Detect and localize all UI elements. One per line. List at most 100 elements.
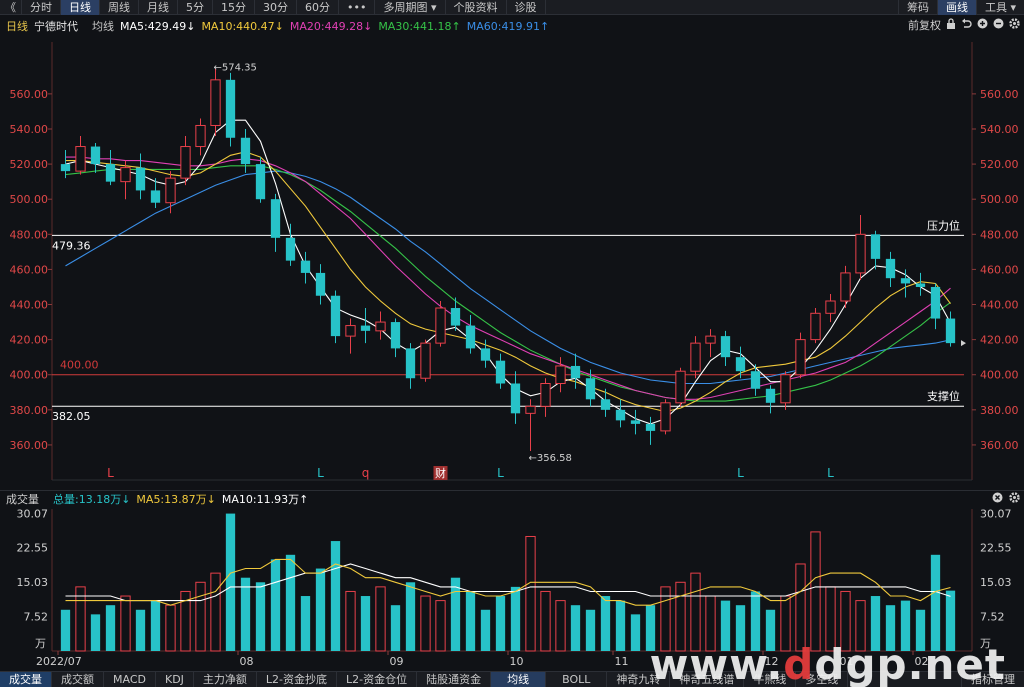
avg-line-label[interactable]: 均线	[92, 18, 114, 34]
candle	[720, 336, 731, 358]
close-icon[interactable]	[992, 492, 1003, 506]
candle	[255, 164, 266, 200]
stock-profile-button[interactable]: 个股资料	[446, 0, 507, 15]
candle	[615, 409, 626, 421]
candle	[645, 423, 656, 431]
tab-monthly[interactable]: 月线	[139, 0, 178, 15]
level-value: 382.05	[52, 410, 91, 423]
tab-hk-connect[interactable]: 陆股通资金	[417, 671, 492, 687]
draw-line-button[interactable]: 画线	[936, 0, 976, 15]
multi-period-dropdown[interactable]: 多周期图 ▾	[375, 0, 446, 15]
chart-controls: 前复权	[908, 17, 1020, 33]
tools-dropdown[interactable]: 工具 ▾	[975, 0, 1024, 15]
candle	[435, 307, 446, 344]
tab-fenshi[interactable]: 分时	[22, 0, 61, 15]
lock-icon[interactable]	[946, 18, 956, 32]
volume-bar	[210, 572, 221, 652]
candle	[90, 146, 101, 165]
candle	[885, 258, 896, 279]
tab-l2-position[interactable]: L2-资金仓位	[337, 671, 418, 687]
x-tick-label: 09	[390, 655, 404, 668]
candle	[540, 383, 551, 407]
candle	[555, 365, 566, 385]
tab-weekly[interactable]: 周线	[100, 0, 139, 15]
candle	[840, 272, 851, 302]
x-tick-label: 11	[615, 655, 629, 668]
volume-total: 总量:13.18万↓	[53, 493, 131, 506]
more-periods-button[interactable]: •••	[339, 0, 376, 15]
candle	[345, 325, 356, 337]
zoom-in-icon[interactable]	[977, 18, 988, 32]
y-tick-label-right: 480.00	[980, 228, 1019, 241]
volume-bar	[795, 563, 806, 652]
tab-main-net[interactable]: 主力净额	[194, 671, 257, 687]
collapse-button[interactable]: 《	[0, 0, 22, 15]
candle	[420, 342, 431, 379]
gear-icon[interactable]	[1009, 18, 1020, 32]
candle	[405, 348, 416, 379]
tab-5min[interactable]: 5分	[178, 0, 213, 15]
volume-legend: 成交量 总量:13.18万↓ MA5:13.87万↓ MA10:11.93万↑	[0, 490, 1024, 507]
y-tick-label-right: 560.00	[980, 88, 1019, 101]
volume-title: 成交量	[6, 493, 39, 506]
tab-volume[interactable]: 成交量	[0, 671, 52, 687]
candle	[765, 388, 776, 403]
volume-bar	[360, 596, 371, 651]
volume-gear-icon[interactable]	[1009, 492, 1020, 506]
tab-macd[interactable]: MACD	[104, 671, 156, 687]
volume-bar	[300, 596, 311, 651]
volume-tick-label-right: 15.03	[980, 576, 1012, 589]
period-label[interactable]: 日线	[6, 18, 28, 34]
volume-bar	[225, 513, 236, 651]
tab-kdj[interactable]: KDJ	[156, 671, 194, 687]
ma-legend: 日线 宁德时代 均线 MA5:429.49↓ MA10:440.47↓ MA20…	[0, 16, 1024, 36]
volume-bar	[240, 577, 251, 651]
volume-bar	[585, 609, 596, 651]
tab-boll[interactable]: BOLL	[546, 671, 608, 687]
y-tick-label: 520.00	[10, 158, 49, 171]
ma20-legend: MA20:449.28↓	[289, 19, 373, 33]
marker-label: q	[362, 466, 370, 480]
price-annotation: ←356.58	[529, 453, 572, 464]
tab-l2-bottom[interactable]: L2-资金抄底	[257, 671, 338, 687]
chips-button[interactable]: 筹码	[897, 0, 937, 15]
candle	[705, 335, 716, 344]
tab-15min[interactable]: 15分	[213, 0, 255, 15]
tab-ma[interactable]: 均线	[491, 671, 547, 687]
volume-bar	[450, 577, 461, 651]
volume-bar	[135, 609, 146, 651]
candle	[165, 177, 176, 204]
volume-bar	[345, 590, 356, 652]
tab-30min[interactable]: 30分	[255, 0, 297, 15]
candle	[390, 322, 401, 349]
y-tick-label-right: 380.00	[980, 404, 1019, 417]
y-tick-label-right: 460.00	[980, 263, 1019, 276]
tab-daily[interactable]: 日线	[61, 0, 100, 15]
candle	[315, 272, 326, 296]
y-tick-label: 420.00	[10, 334, 49, 347]
candlestick-chart[interactable]: 360.00 360.00 380.00 380.00 400.00 400.00 420.…	[0, 36, 1024, 490]
undo-icon[interactable]	[961, 18, 972, 32]
tab-60min[interactable]: 60分	[297, 0, 339, 15]
candle	[825, 300, 836, 314]
candle	[225, 79, 236, 138]
candle	[735, 357, 746, 372]
volume-bar	[570, 605, 581, 651]
volume-bar	[465, 591, 476, 651]
volume-bar	[390, 605, 401, 651]
tab-turnover[interactable]: 成交额	[52, 671, 104, 687]
volume-tick-label-right: 30.07	[980, 507, 1012, 520]
zoom-out-icon[interactable]	[993, 18, 1004, 32]
candle	[750, 371, 761, 389]
candle	[285, 237, 296, 261]
volume-tick-label-right: 7.52	[980, 611, 1005, 624]
candle	[135, 167, 146, 191]
candle	[330, 295, 341, 337]
y-tick-label: 480.00	[10, 228, 49, 241]
candle	[495, 360, 506, 384]
marker-label: L	[497, 466, 504, 480]
y-tick-label: 380.00	[10, 404, 49, 417]
diagnose-button[interactable]: 诊股	[507, 0, 546, 15]
fuquan-label[interactable]: 前复权	[908, 17, 941, 33]
volume-bar	[600, 596, 611, 651]
